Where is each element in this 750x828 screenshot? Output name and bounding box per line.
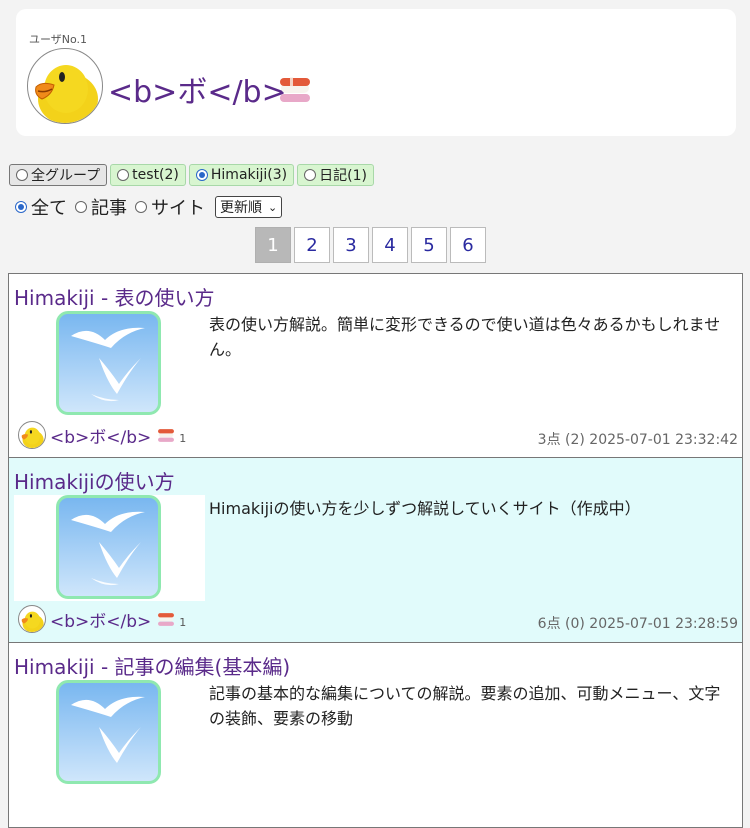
author-name[interactable]: <b>ボ</b> (50, 423, 151, 448)
group-label: 日記(1) (319, 168, 367, 184)
article-description: 記事の基本的な編集についての解説。要素の追加、可動メニュー、文字の装飾、要素の移… (209, 684, 721, 728)
type-site-option[interactable]: サイト (135, 194, 205, 220)
user-number: ユーザNo.1 (29, 33, 88, 46)
article-list: Himakiji - 表の使い方 表の使い方解説。簡単に変形できるので使い道は色… (8, 273, 743, 828)
radio-selected-icon[interactable] (15, 201, 27, 213)
sushi-icon (153, 607, 175, 631)
page-button[interactable]: 3 (333, 227, 369, 263)
page-button[interactable]: 6 (450, 227, 486, 263)
user-name[interactable]: <b>ボ</b> (108, 67, 287, 111)
article-author: <b>ボ</b> 1 (18, 421, 186, 449)
page-button[interactable]: 4 (372, 227, 408, 263)
group-filter: 全グループ test(2) Himakiji(3) 日記(1) (9, 164, 374, 188)
radio-icon[interactable] (135, 201, 147, 213)
article-card[interactable]: Himakijiの使い方 Himakijiの使い方を少しずつ解説していくサイト（… (8, 458, 743, 643)
type-article-option[interactable]: 記事 (75, 194, 127, 220)
sort-value: 更新順 (220, 200, 262, 216)
chevron-down-icon: ⌄ (268, 200, 278, 214)
article-title[interactable]: Himakiji - 記事の編集(基本編) (14, 651, 290, 680)
sushi-count: 1 (179, 431, 187, 445)
article-thumbnail[interactable] (14, 311, 205, 417)
page-button-current[interactable]: 1 (255, 227, 291, 263)
group-diary-button[interactable]: 日記(1) (297, 164, 374, 186)
group-label: Himakiji(3) (210, 167, 288, 183)
radio-selected-icon[interactable] (195, 169, 208, 181)
type-all-option[interactable]: 全て (15, 194, 67, 220)
yellow-chick-avatar-icon[interactable] (27, 48, 103, 124)
article-title[interactable]: Himakijiの使い方 (14, 466, 175, 495)
bird-thumbnail-icon (56, 311, 161, 415)
type-filter: 全て 記事 サイト 更新順 ⌄ (15, 194, 283, 220)
page-button[interactable]: 5 (411, 227, 447, 263)
article-card[interactable]: Himakiji - 記事の編集(基本編) 記事の基本的な編集についての解説。要… (8, 643, 743, 828)
bird-thumbnail-icon (56, 680, 161, 784)
sushi-count: 1 (179, 615, 187, 629)
article-meta: 3点 (2) 2025-07-01 23:32:42 (537, 432, 738, 448)
type-label: サイト (151, 198, 205, 219)
group-test-button[interactable]: test(2) (110, 164, 186, 186)
article-title[interactable]: Himakiji - 表の使い方 (14, 282, 215, 311)
sushi-icon (278, 74, 312, 108)
author-name[interactable]: <b>ボ</b> (50, 607, 151, 632)
yellow-chick-avatar-icon[interactable] (18, 605, 46, 633)
article-description: Himakijiの使い方を少しずつ解説していくサイト（作成中） (209, 499, 641, 518)
article-card[interactable]: Himakiji - 表の使い方 表の使い方解説。簡単に変形できるので使い道は色… (8, 273, 743, 458)
radio-icon[interactable] (75, 201, 87, 213)
user-header-card: ユーザNo.1 <b>ボ</b> (16, 9, 736, 136)
sort-select[interactable]: 更新順 ⌄ (215, 196, 283, 218)
page-button[interactable]: 2 (294, 227, 330, 263)
article-description: 表の使い方解説。簡単に変形できるので使い道は色々あるかもしれません。 (209, 315, 721, 359)
article-thumbnail[interactable] (14, 495, 205, 601)
type-label: 全て (31, 198, 67, 219)
group-label: 全グループ (31, 168, 101, 184)
article-thumbnail[interactable] (14, 680, 205, 786)
group-all-button[interactable]: 全グループ (9, 164, 108, 186)
group-himakiji-button[interactable]: Himakiji(3) (188, 164, 295, 186)
radio-icon[interactable] (16, 169, 28, 181)
group-label: test(2) (132, 167, 179, 183)
type-label: 記事 (91, 198, 127, 219)
sushi-icon (153, 423, 175, 447)
radio-icon[interactable] (304, 169, 317, 181)
radio-icon[interactable] (117, 169, 130, 181)
pagination: 1 2 3 4 5 6 (255, 227, 486, 263)
article-meta: 6点 (0) 2025-07-01 23:28:59 (537, 616, 738, 632)
article-author: <b>ボ</b> 1 (18, 605, 186, 633)
yellow-chick-avatar-icon[interactable] (18, 421, 46, 449)
bird-thumbnail-icon (56, 495, 161, 599)
